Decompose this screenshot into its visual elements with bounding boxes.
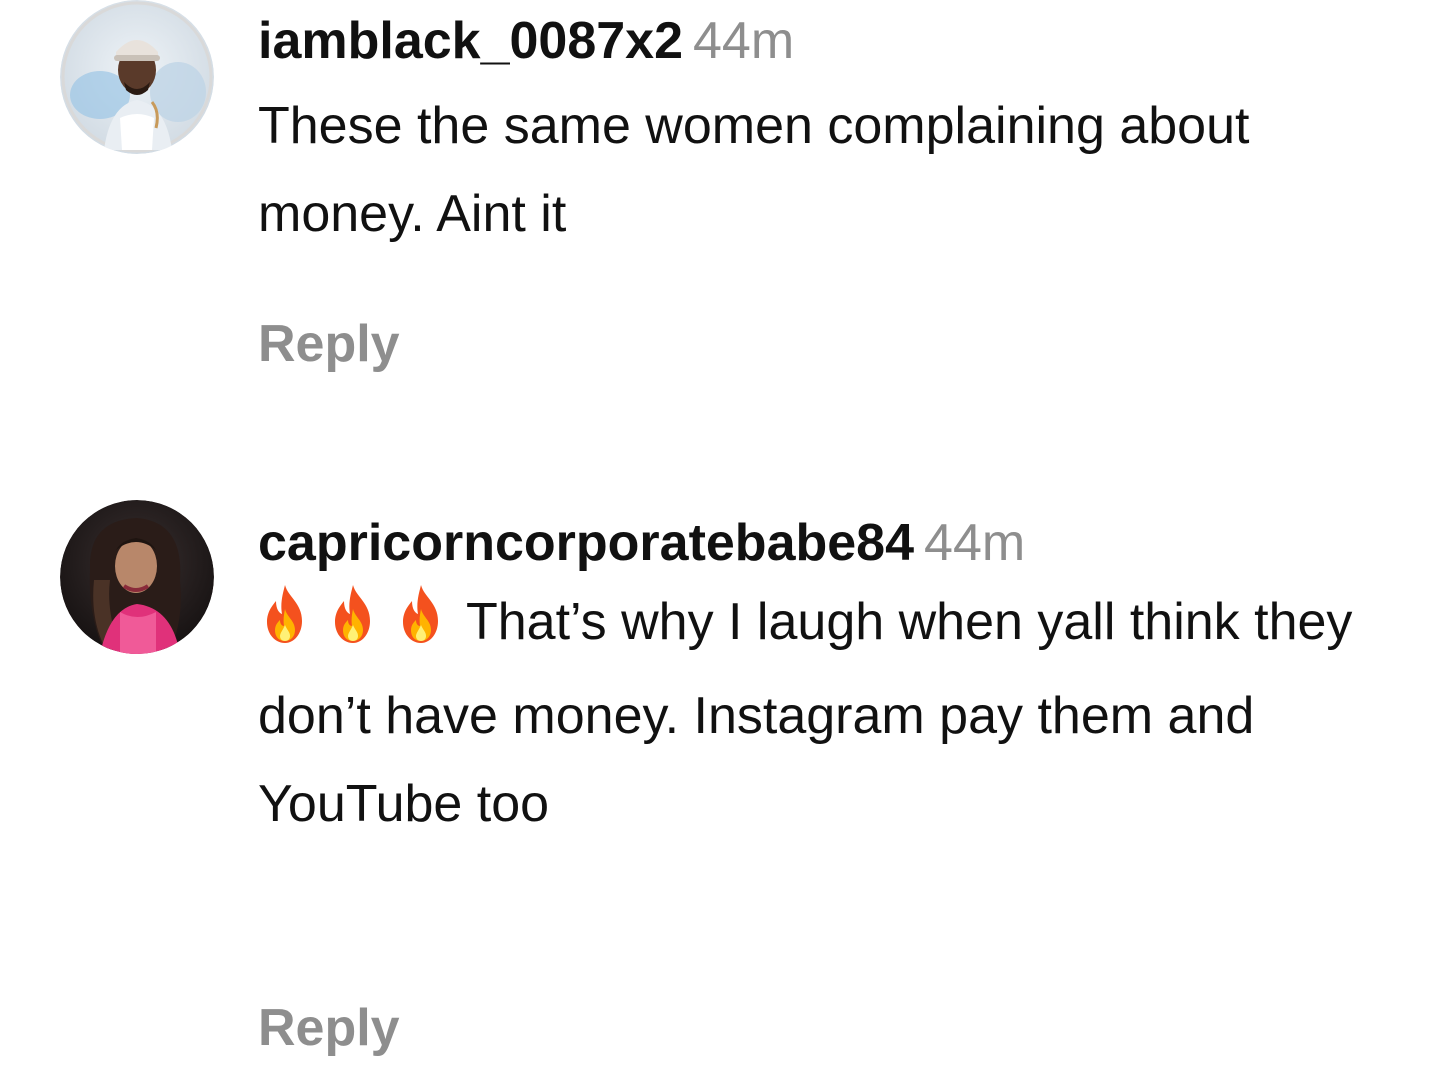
comment-text: These the same women complaining about m…	[258, 97, 1250, 243]
comment-text-container: That’s why I laugh when yall think they …	[258, 578, 1428, 848]
fire-icon	[258, 583, 312, 645]
avatar-photo-icon	[60, 0, 214, 154]
timestamp[interactable]: 44m	[693, 12, 794, 70]
username-link[interactable]: capricorncorporatebabe84	[258, 514, 914, 572]
comment-body: iamblack_0087x2 44m These the same women …	[258, 8, 1428, 373]
avatar-photo-icon	[60, 500, 214, 654]
comment-body: capricorncorporatebabe84 44m That’s why I…	[258, 510, 1428, 1057]
reply-button[interactable]: Reply	[258, 314, 400, 374]
comment-header: iamblack_0087x2 44m	[258, 8, 1428, 74]
comment-header: capricorncorporatebabe84 44m	[258, 510, 1428, 576]
fire-icon	[326, 583, 380, 645]
username-link[interactable]: iamblack_0087x2	[258, 12, 683, 70]
reply-button[interactable]: Reply	[258, 998, 400, 1058]
timestamp[interactable]: 44m	[924, 514, 1025, 572]
emoji-group	[258, 583, 448, 672]
fire-icon	[394, 583, 448, 645]
avatar[interactable]	[60, 500, 214, 654]
avatar[interactable]	[60, 0, 214, 154]
